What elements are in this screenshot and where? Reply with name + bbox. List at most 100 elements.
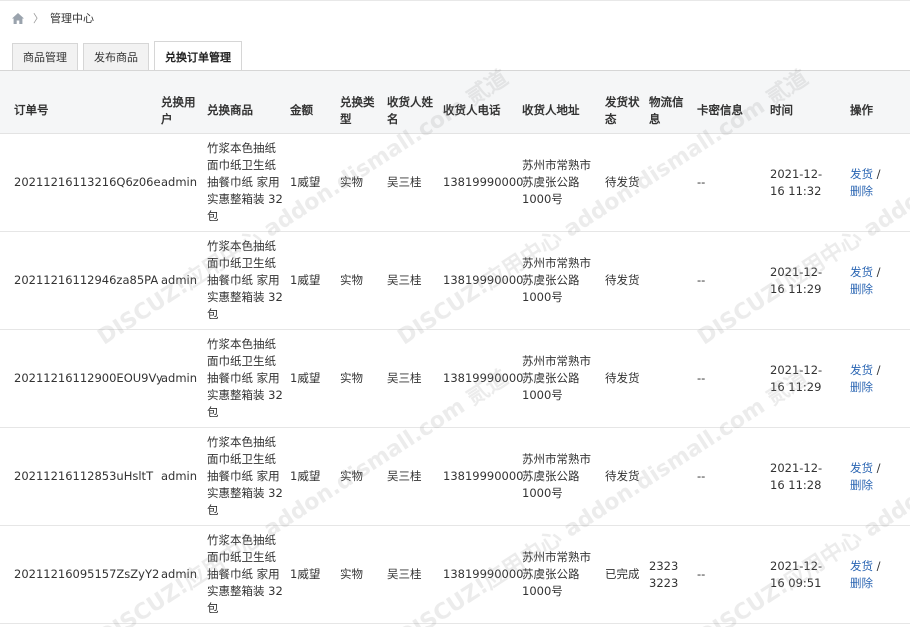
amount: 1威望 <box>290 273 321 287</box>
receiver-phone: 13819990000 <box>443 273 524 287</box>
order-time: 2021-12-16 11:32 <box>770 166 823 198</box>
exchange-type: 实物 <box>340 567 363 581</box>
row-actions: 发货 / 删除 <box>850 134 896 231</box>
product-name[interactable]: 竹浆本色抽纸面巾纸卫生纸抽餐巾纸 家用实惠整箱装 32包 <box>207 134 285 231</box>
top-border <box>0 0 910 1</box>
card-info: -- <box>697 469 706 483</box>
row-actions: 发货 / 删除 <box>850 330 896 427</box>
user: admin <box>161 469 198 483</box>
ship-status: 已完成 <box>605 567 640 581</box>
order-time: 2021-12-16 11:28 <box>770 460 823 492</box>
breadcrumb: 〉 管理中心 <box>11 11 94 25</box>
header-address: 收货人地址 <box>522 103 580 117</box>
ship-button[interactable]: 发货 <box>850 363 873 377</box>
amount: 1威望 <box>290 567 321 581</box>
delete-button[interactable]: 删除 <box>850 282 873 296</box>
receiver-address: 苏州市常熟市苏虞张公路1000号 <box>522 256 591 304</box>
user: admin <box>161 371 198 385</box>
delete-button[interactable]: 删除 <box>850 380 873 394</box>
user: admin <box>161 273 198 287</box>
table-row: 20211216112853uHsltT admin 竹浆本色抽纸面巾纸卫生纸抽… <box>0 428 910 526</box>
order-time: 2021-12-16 09:51 <box>770 558 823 590</box>
table-row: 20211216095157ZsZyY2 admin 竹浆本色抽纸面巾纸卫生纸抽… <box>0 526 910 624</box>
header-time: 时间 <box>770 103 793 117</box>
chevron-right-icon: 〉 <box>33 12 44 25</box>
order-no: 20211216113216Q6z06e <box>14 175 161 189</box>
header-phone: 收货人电话 <box>443 103 501 117</box>
receiver-address: 苏州市常熟市苏虞张公路1000号 <box>522 158 591 206</box>
card-info: -- <box>697 175 706 189</box>
ship-status: 待发货 <box>605 469 640 483</box>
order-no: 20211216112853uHsltT <box>14 469 154 483</box>
product-name[interactable]: 竹浆本色抽纸面巾纸卫生纸抽餐巾纸 家用实惠整箱装 32包 <box>207 232 285 329</box>
header-order-no: 订单号 <box>14 103 49 117</box>
exchange-type: 实物 <box>340 371 363 385</box>
action-separator: / <box>873 264 881 279</box>
logistics-info <box>649 428 689 525</box>
tab-publish-product[interactable]: 发布商品 <box>83 43 149 70</box>
receiver-phone: 13819990000 <box>443 469 524 483</box>
amount: 1威望 <box>290 371 321 385</box>
user: admin <box>161 567 198 581</box>
delete-button[interactable]: 删除 <box>850 478 873 492</box>
order-time: 2021-12-16 11:29 <box>770 362 823 394</box>
exchange-type: 实物 <box>340 175 363 189</box>
row-actions: 发货 / 删除 <box>850 428 896 525</box>
receiver-address: 苏州市常熟市苏虞张公路1000号 <box>522 550 591 598</box>
tab-bar: 商品管理 发布商品 兑换订单管理 <box>12 41 247 71</box>
receiver-phone: 13819990000 <box>443 567 524 581</box>
header-product: 兑换商品 <box>207 103 253 117</box>
delete-button[interactable]: 删除 <box>850 576 873 590</box>
logistics-info <box>649 330 689 427</box>
card-info: -- <box>697 273 706 287</box>
header-amount: 金额 <box>290 103 313 117</box>
action-separator: / <box>873 460 881 475</box>
breadcrumb-current: 管理中心 <box>50 12 94 25</box>
table-row: 20211216113216Q6z06e admin 竹浆本色抽纸面巾纸卫生纸抽… <box>0 134 910 232</box>
home-icon[interactable] <box>11 12 25 25</box>
exchange-type: 实物 <box>340 273 363 287</box>
action-separator: / <box>873 558 881 573</box>
header-ship-status: 发货状态 <box>605 95 640 126</box>
delete-button[interactable]: 删除 <box>850 184 873 198</box>
ship-button[interactable]: 发货 <box>850 265 873 279</box>
receiver-address: 苏州市常熟市苏虞张公路1000号 <box>522 354 591 402</box>
header-user: 兑换用户 <box>161 95 196 126</box>
receiver-name: 吴三桂 <box>387 469 422 483</box>
amount: 1威望 <box>290 175 321 189</box>
product-name[interactable]: 竹浆本色抽纸面巾纸卫生纸抽餐巾纸 家用实惠整箱装 32包 <box>207 428 285 525</box>
logistics-info <box>649 232 689 329</box>
ship-status: 待发货 <box>605 175 640 189</box>
logistics-info <box>649 134 689 231</box>
product-name[interactable]: 竹浆本色抽纸面巾纸卫生纸抽餐巾纸 家用实惠整箱装 32包 <box>207 330 285 427</box>
ship-button[interactable]: 发货 <box>850 167 873 181</box>
receiver-name: 吴三桂 <box>387 175 422 189</box>
ship-status: 待发货 <box>605 273 640 287</box>
receiver-phone: 13819990000 <box>443 175 524 189</box>
header-receiver: 收货人姓名 <box>387 95 433 126</box>
receiver-phone: 13819990000 <box>443 371 524 385</box>
receiver-name: 吴三桂 <box>387 371 422 385</box>
table-row: 20211216112900EOU9Vy admin 竹浆本色抽纸面巾纸卫生纸抽… <box>0 330 910 428</box>
user: admin <box>161 175 198 189</box>
tab-exchange-orders[interactable]: 兑换订单管理 <box>154 41 242 71</box>
order-no: 20211216112946za85PA <box>14 273 159 287</box>
exchange-type: 实物 <box>340 469 363 483</box>
product-name[interactable]: 竹浆本色抽纸面巾纸卫生纸抽餐巾纸 家用实惠整箱装 32包 <box>207 526 285 623</box>
ship-button[interactable]: 发货 <box>850 559 873 573</box>
receiver-name: 吴三桂 <box>387 273 422 287</box>
header-logistics: 物流信息 <box>649 95 684 126</box>
header-card: 卡密信息 <box>697 103 743 117</box>
table-row: 20211216112946za85PA admin 竹浆本色抽纸面巾纸卫生纸抽… <box>0 232 910 330</box>
tab-product-management[interactable]: 商品管理 <box>12 43 78 70</box>
action-separator: / <box>873 166 881 181</box>
table-header: 订单号 兑换用户 兑换商品 金额 兑换类型 收货人姓名 收货人电话 收货人地址 … <box>0 71 910 134</box>
row-actions: 发货 / 删除 <box>850 232 896 329</box>
action-separator: / <box>873 362 881 377</box>
ship-status: 待发货 <box>605 371 640 385</box>
ship-button[interactable]: 发货 <box>850 461 873 475</box>
card-info: -- <box>697 371 706 385</box>
order-no: 20211216112900EOU9Vy <box>14 371 163 385</box>
receiver-name: 吴三桂 <box>387 567 422 581</box>
order-no: 20211216095157ZsZyY2 <box>14 567 160 581</box>
